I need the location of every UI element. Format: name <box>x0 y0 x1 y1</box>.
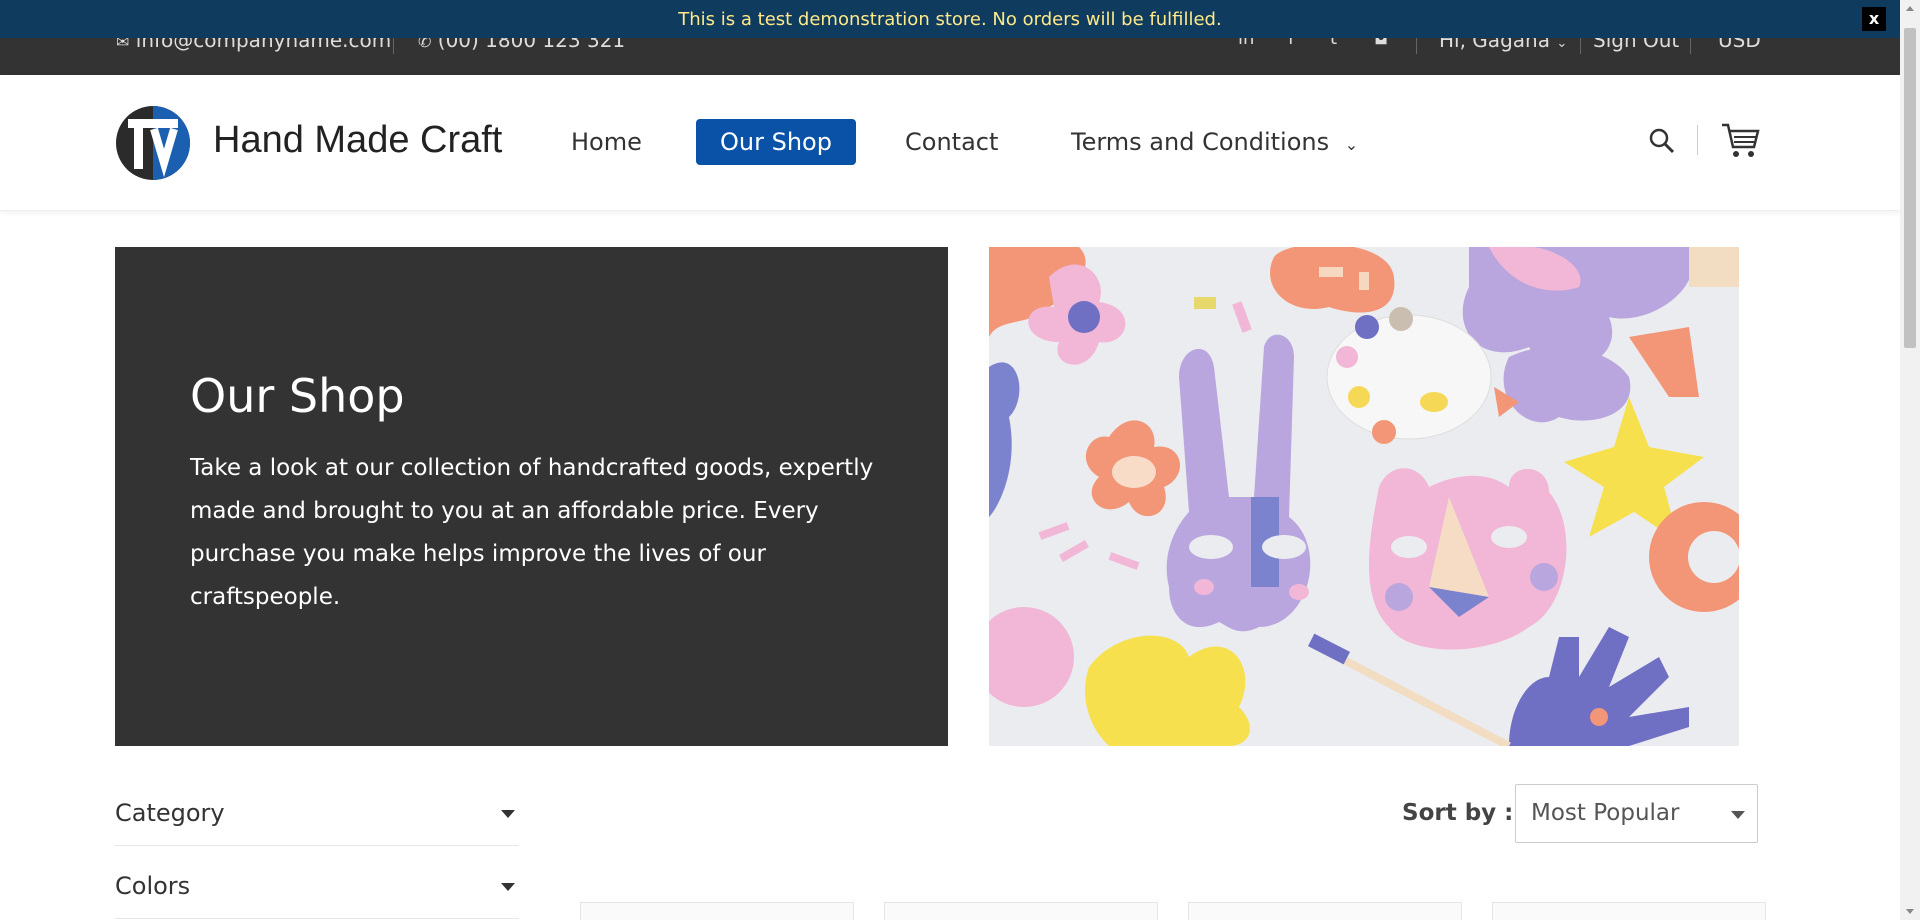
logo-icon[interactable] <box>114 105 192 181</box>
sort-label: Sort by : <box>1402 800 1514 826</box>
hero-banner: Our Shop Take a look at our collection o… <box>115 247 948 746</box>
nav-home[interactable]: Home <box>571 119 642 165</box>
divider <box>1697 125 1698 155</box>
nav-terms-and-conditions[interactable]: Terms and Conditions ⌄ <box>1071 119 1358 165</box>
sort-select[interactable]: Most Popular <box>1515 784 1758 843</box>
cart-icon[interactable] <box>1720 121 1760 159</box>
page-scrollbar[interactable] <box>1900 0 1920 920</box>
close-banner-button[interactable]: x <box>1862 7 1886 31</box>
product-card[interactable] <box>884 902 1158 920</box>
chevron-down-icon: ⌄ <box>1344 135 1359 154</box>
filter-category[interactable]: Category <box>115 786 519 846</box>
scroll-up-icon[interactable] <box>1906 6 1914 11</box>
filter-colors[interactable]: Colors <box>115 859 519 919</box>
site-header: Hand Made Craft Home Our Shop Contact Te… <box>0 75 1900 211</box>
chevron-down-icon: ⌄ <box>1556 36 1568 51</box>
sort-selected-value: Most Popular <box>1531 800 1680 826</box>
nav-our-shop[interactable]: Our Shop <box>696 119 856 165</box>
brand-name[interactable]: Hand Made Craft <box>213 119 502 162</box>
page-title: Our Shop <box>190 369 405 423</box>
caret-down-icon <box>501 810 515 818</box>
hero-image <box>989 247 1739 746</box>
caret-down-icon <box>1731 811 1745 819</box>
filter-label: Category <box>115 799 225 827</box>
product-card[interactable] <box>1492 902 1766 920</box>
product-card[interactable] <box>1188 902 1462 920</box>
filter-label: Colors <box>115 872 191 900</box>
scrollbar-thumb[interactable] <box>1904 28 1916 348</box>
search-icon[interactable] <box>1648 127 1676 155</box>
scroll-down-icon[interactable] <box>1906 909 1914 914</box>
demo-banner-message: This is a test demonstration store. No o… <box>678 9 1222 30</box>
product-card[interactable] <box>580 902 854 920</box>
caret-down-icon <box>501 883 515 891</box>
nav-terms-label: Terms and Conditions <box>1071 128 1330 156</box>
hero-description: Take a look at our collection of handcra… <box>190 455 874 610</box>
demo-store-banner: This is a test demonstration store. No o… <box>0 0 1900 38</box>
nav-contact[interactable]: Contact <box>905 119 998 165</box>
